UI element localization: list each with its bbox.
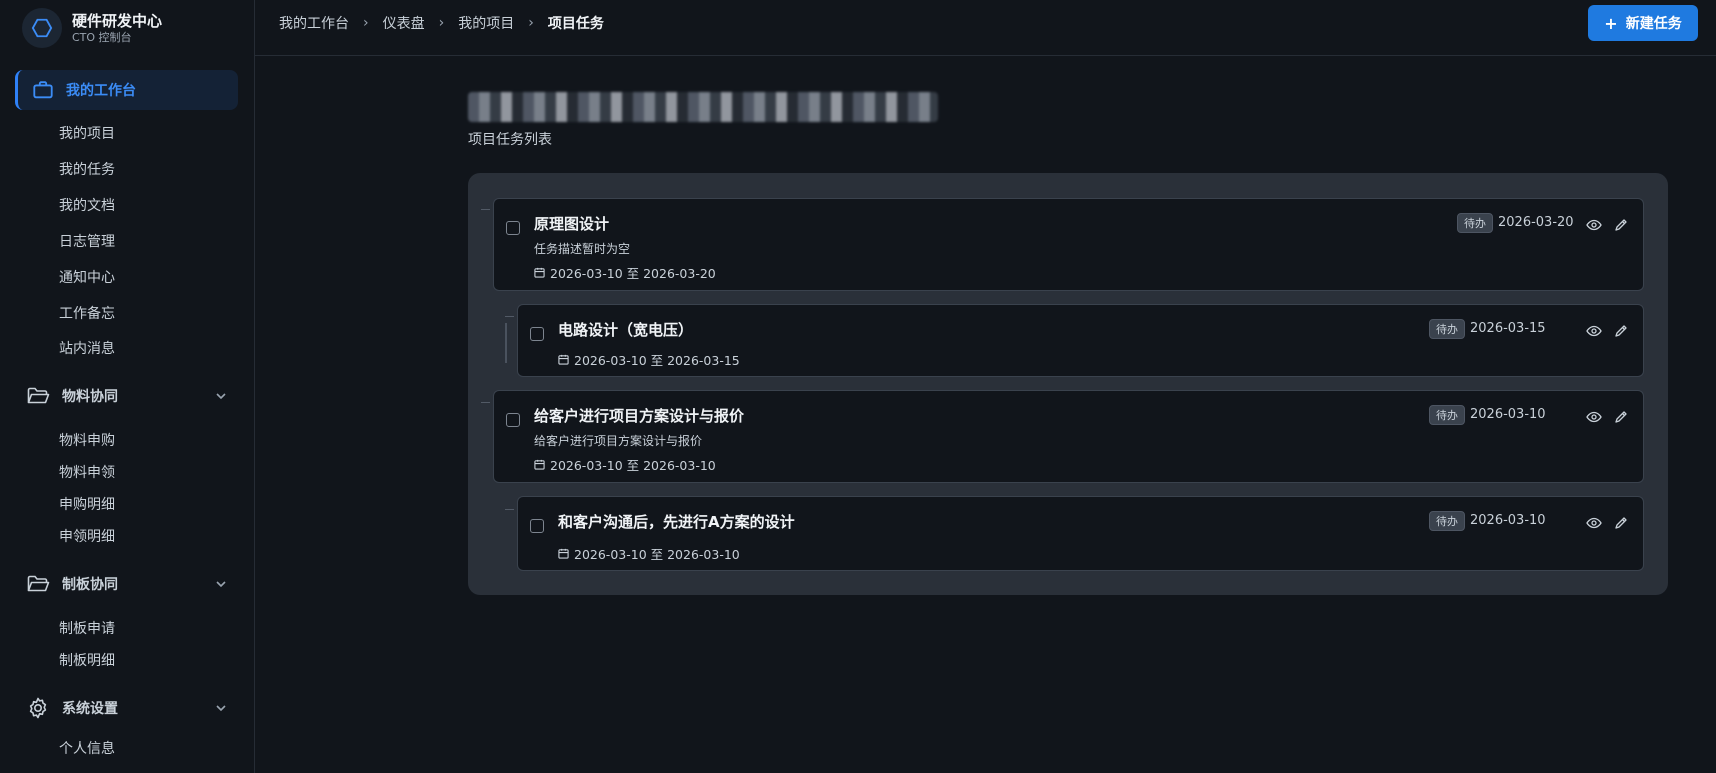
task-checkbox[interactable] — [506, 413, 520, 427]
pencil-icon[interactable] — [1613, 323, 1629, 339]
sidebar-group-label: 物料协同 — [62, 389, 118, 405]
breadcrumb-workspace[interactable]: 我的工作台 — [279, 13, 349, 33]
task-date-range: 2026-03-10 至 2026-03-10 — [558, 544, 740, 563]
new-task-button[interactable]: + 新建任务 — [1588, 5, 1698, 41]
eye-icon[interactable] — [1586, 515, 1602, 531]
task-date-range-text: 2026-03-10 至 2026-03-10 — [574, 547, 740, 562]
sidebar: 硬件研发中心 CTO 控制台 我的工作台 我的项目 我的任务 我的文档 日志管理… — [0, 0, 255, 773]
hexagon-logo-icon — [22, 8, 62, 48]
status-badge: 待办 — [1429, 405, 1465, 425]
page-title — [468, 92, 938, 122]
sidebar-item-pcb-request[interactable]: 制板申请 — [59, 619, 115, 639]
new-task-label: 新建任务 — [1625, 16, 1682, 32]
task-card[interactable]: 给客户进行项目方案设计与报价 给客户进行项目方案设计与报价 2026-03-10… — [493, 390, 1644, 483]
task-date-range: 2026-03-10 至 2026-03-20 — [534, 263, 716, 282]
sidebar-group-pcb[interactable]: 制板协同 — [26, 572, 228, 596]
tree-connector — [481, 209, 490, 210]
task-description: 任务描述暂时为空 — [534, 242, 631, 256]
pencil-icon[interactable] — [1613, 409, 1629, 425]
breadcrumb: 我的工作台 › 仪表盘 › 我的项目 › 项目任务 — [279, 13, 604, 33]
brand-text: 硬件研发中心 CTO 控制台 — [72, 12, 162, 45]
task-title[interactable]: 电路设计（宽电压） — [558, 319, 693, 340]
sidebar-item-workspace[interactable]: 我的工作台 — [15, 70, 238, 110]
pencil-icon[interactable] — [1613, 515, 1629, 531]
task-due-date: 2026-03-10 — [1470, 407, 1546, 422]
tree-connector-line — [505, 323, 507, 363]
task-title[interactable]: 给客户进行项目方案设计与报价 — [534, 405, 744, 426]
task-due-date: 2026-03-20 — [1498, 215, 1574, 230]
eye-icon[interactable] — [1586, 217, 1602, 233]
status-badge: 待办 — [1429, 319, 1465, 339]
brand-subtitle: CTO 控制台 — [72, 30, 132, 44]
sidebar-item-profile[interactable]: 个人信息 — [59, 739, 115, 759]
page-subtitle: 项目任务列表 — [468, 132, 552, 148]
chevron-down-icon — [216, 393, 226, 400]
calendar-icon — [558, 354, 569, 365]
eye-icon[interactable] — [1586, 323, 1602, 339]
sidebar-item-messages[interactable]: 站内消息 — [59, 339, 115, 359]
task-card[interactable]: 和客户沟通后，先进行A方案的设计 2026-03-10 至 2026-03-10… — [517, 496, 1644, 571]
sidebar-item-logs[interactable]: 日志管理 — [59, 232, 115, 252]
tree-connector — [505, 509, 514, 510]
task-title[interactable]: 原理图设计 — [534, 213, 609, 234]
task-list-panel: 原理图设计 任务描述暂时为空 2026-03-10 至 2026-03-20 待… — [468, 173, 1668, 595]
sidebar-item-my-projects[interactable]: 我的项目 — [59, 124, 115, 144]
folder-open-icon — [27, 575, 50, 592]
folder-open-icon — [27, 387, 50, 404]
task-due-date: 2026-03-10 — [1470, 513, 1546, 528]
task-due-date: 2026-03-15 — [1470, 321, 1546, 336]
briefcase-icon — [33, 81, 53, 99]
task-date-range-text: 2026-03-10 至 2026-03-10 — [550, 458, 716, 473]
task-date-range-text: 2026-03-10 至 2026-03-20 — [550, 266, 716, 281]
breadcrumb-dashboard[interactable]: 仪表盘 — [383, 13, 425, 33]
sidebar-item-memo[interactable]: 工作备忘 — [59, 304, 115, 324]
chevron-right-icon: › — [438, 15, 445, 31]
breadcrumb-my-projects[interactable]: 我的项目 — [458, 13, 514, 33]
sidebar-group-settings[interactable]: 系统设置 — [26, 696, 228, 720]
sidebar-item-my-docs[interactable]: 我的文档 — [59, 196, 115, 216]
sidebar-item-claim-detail[interactable]: 申领明细 — [59, 527, 115, 547]
task-title[interactable]: 和客户沟通后，先进行A方案的设计 — [558, 511, 795, 532]
chevron-down-icon — [216, 705, 226, 712]
task-checkbox[interactable] — [506, 221, 520, 235]
task-checkbox[interactable] — [530, 327, 544, 341]
sidebar-group-label: 制板协同 — [62, 577, 118, 593]
task-checkbox[interactable] — [530, 519, 544, 533]
sidebar-item-my-tasks[interactable]: 我的任务 — [59, 160, 115, 180]
brand[interactable]: 硬件研发中心 CTO 控制台 — [22, 6, 162, 50]
calendar-icon — [534, 459, 545, 470]
chevron-right-icon: › — [528, 15, 534, 31]
tree-connector — [505, 316, 514, 317]
sidebar-item-purchase-detail[interactable]: 申购明细 — [59, 495, 115, 515]
sidebar-item-label: 我的工作台 — [66, 83, 136, 99]
eye-icon[interactable] — [1586, 409, 1602, 425]
breadcrumb-current: 项目任务 — [547, 16, 604, 32]
calendar-icon — [534, 267, 545, 278]
chevron-right-icon: › — [363, 15, 369, 31]
status-badge: 待办 — [1457, 213, 1493, 233]
plus-icon: + — [1604, 13, 1618, 33]
sidebar-item-notifications[interactable]: 通知中心 — [59, 268, 115, 288]
sidebar-item-material-claim[interactable]: 物料申领 — [59, 463, 115, 483]
brand-title: 硬件研发中心 — [72, 11, 163, 30]
sidebar-item-pcb-detail[interactable]: 制板明细 — [59, 651, 115, 671]
sidebar-group-material[interactable]: 物料协同 — [26, 384, 228, 408]
chevron-down-icon — [216, 581, 226, 588]
sidebar-item-material-purchase[interactable]: 物料申购 — [59, 431, 115, 451]
task-card[interactable]: 电路设计（宽电压） 2026-03-10 至 2026-03-15 待办 202… — [517, 304, 1644, 377]
task-date-range: 2026-03-10 至 2026-03-10 — [534, 455, 716, 474]
sidebar-group-label: 系统设置 — [62, 701, 118, 717]
task-date-range: 2026-03-10 至 2026-03-15 — [558, 350, 740, 369]
task-description: 给客户进行项目方案设计与报价 — [534, 434, 703, 448]
top-header: 我的工作台 › 仪表盘 › 我的项目 › 项目任务 + 新建任务 — [255, 0, 1716, 56]
task-card[interactable]: 原理图设计 任务描述暂时为空 2026-03-10 至 2026-03-20 待… — [493, 198, 1644, 291]
calendar-icon — [558, 548, 569, 559]
tree-connector — [481, 402, 490, 403]
app-root: 硬件研发中心 CTO 控制台 我的工作台 我的项目 我的任务 我的文档 日志管理… — [0, 0, 1716, 773]
gear-icon — [29, 697, 47, 719]
pencil-icon[interactable] — [1613, 217, 1629, 233]
task-date-range-text: 2026-03-10 至 2026-03-15 — [574, 353, 740, 368]
status-badge: 待办 — [1429, 511, 1465, 531]
